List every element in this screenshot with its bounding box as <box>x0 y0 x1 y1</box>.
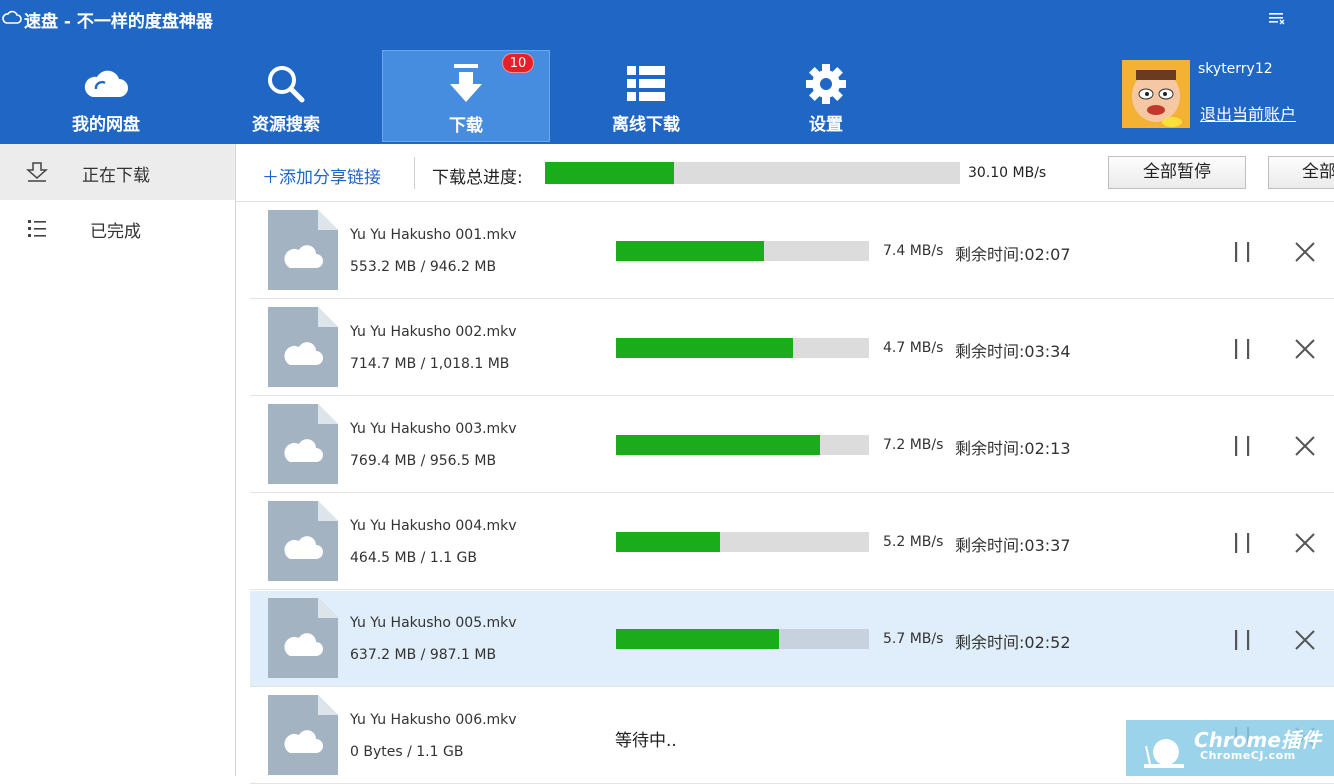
pause-icon[interactable] <box>1232 435 1254 457</box>
nav-label: 我的网盘 <box>72 115 140 135</box>
file-size: 553.2 MB / 946.2 MB <box>350 259 497 275</box>
sidebar: 正在下载 已完成 <box>0 144 236 776</box>
pause-icon[interactable] <box>1232 532 1254 554</box>
download-row[interactable]: Yu Yu Hakusho 003.mkv 769.4 MB / 956.5 MB… <box>250 397 1334 493</box>
nav-my-disk[interactable]: 我的网盘 <box>22 50 190 142</box>
search-icon <box>268 66 305 103</box>
file-name: Yu Yu Hakusho 001.mkv <box>350 227 517 243</box>
total-progress-label: 下载总进度: <box>432 168 523 188</box>
download-speed: 5.2 MB/s <box>883 534 944 550</box>
list-bullet-icon <box>28 220 46 237</box>
file-name: Yu Yu Hakusho 002.mkv <box>350 324 517 340</box>
total-progress-bar <box>545 162 960 184</box>
avatar[interactable] <box>1122 60 1190 128</box>
app-cloud-icon <box>2 10 22 24</box>
file-size: 0 Bytes / 1.1 GB <box>350 744 464 760</box>
close-icon[interactable] <box>1294 629 1316 651</box>
sidebar-item-downloading[interactable]: 正在下载 <box>0 144 235 200</box>
menu-icon[interactable] <box>1268 10 1286 26</box>
download-row[interactable]: Yu Yu Hakusho 005.mkv 637.2 MB / 987.1 MB… <box>250 591 1334 687</box>
file-icon <box>268 307 338 387</box>
download-progress-bar <box>616 435 869 455</box>
file-icon <box>268 404 338 484</box>
app-title: 速盘 - 不一样的度盘神器 <box>24 12 213 32</box>
all-action-button[interactable]: 全部 <box>1268 156 1334 189</box>
toolbar-divider <box>414 157 415 189</box>
nav-label: 资源搜索 <box>252 115 320 135</box>
file-size: 714.7 MB / 1,018.1 MB <box>350 356 510 372</box>
pause-icon[interactable] <box>1232 241 1254 263</box>
file-icon <box>268 695 338 775</box>
close-icon[interactable] <box>1294 241 1316 263</box>
nav-label: 离线下载 <box>612 115 680 135</box>
nav-settings[interactable]: 设置 <box>742 50 910 142</box>
file-icon <box>268 598 338 678</box>
file-name: Yu Yu Hakusho 005.mkv <box>350 615 517 631</box>
download-row[interactable]: Yu Yu Hakusho 004.mkv 464.5 MB / 1.1 GB 5.… <box>250 494 1334 590</box>
download-progress-bar <box>616 629 869 649</box>
add-share-link-button[interactable]: ＋添加分享链接 <box>262 163 381 188</box>
nav-resource-search[interactable]: 资源搜索 <box>202 50 370 142</box>
nav-label: 设置 <box>809 115 843 135</box>
time-remaining: 剩余时间:02:07 <box>955 245 1071 264</box>
close-icon[interactable] <box>1294 435 1316 457</box>
list-icon <box>627 66 665 101</box>
file-name: Yu Yu Hakusho 004.mkv <box>350 518 517 534</box>
download-progress-fill <box>616 629 780 649</box>
username: skyterry12 <box>1198 61 1273 77</box>
total-speed: 30.10 MB/s <box>968 165 1047 181</box>
nav-label: 下载 <box>449 116 483 136</box>
time-remaining: 剩余时间:03:37 <box>955 536 1071 555</box>
download-speed: 4.7 MB/s <box>883 340 944 356</box>
total-progress-fill <box>545 162 674 184</box>
download-tray-icon <box>26 162 48 182</box>
avatar-cartoon-icon <box>1122 60 1190 128</box>
file-size: 769.4 MB / 956.5 MB <box>350 453 497 469</box>
download-progress-bar <box>616 338 869 358</box>
close-icon[interactable] <box>1294 338 1316 360</box>
download-progress-fill <box>616 532 720 552</box>
nav-offline-download[interactable]: 离线下载 <box>562 50 730 142</box>
file-size: 464.5 MB / 1.1 GB <box>350 550 477 566</box>
download-speed: 5.7 MB/s <box>883 631 944 647</box>
watermark-url: ChromeCJ.com <box>1200 749 1296 762</box>
sidebar-item-label: 已完成 <box>90 222 141 242</box>
file-size: 637.2 MB / 987.1 MB <box>350 647 497 663</box>
download-status: 等待中.. <box>615 731 677 751</box>
sidebar-item-completed[interactable]: 已完成 <box>0 200 235 256</box>
cloud-icon <box>84 70 128 97</box>
file-icon <box>268 501 338 581</box>
logout-link[interactable]: 退出当前账户 <box>1200 101 1296 125</box>
download-progress-fill <box>616 241 764 261</box>
download-progress-bar <box>616 532 869 552</box>
download-progress-bar <box>616 241 869 261</box>
pause-icon[interactable] <box>1232 338 1254 360</box>
time-remaining: 剩余时间:02:13 <box>955 439 1071 458</box>
close-icon[interactable] <box>1294 532 1316 554</box>
download-row[interactable]: Yu Yu Hakusho 001.mkv 553.2 MB / 946.2 MB… <box>250 203 1334 299</box>
download-speed: 7.2 MB/s <box>883 437 944 453</box>
time-remaining: 剩余时间:02:52 <box>955 633 1071 652</box>
download-icon <box>450 64 482 102</box>
file-name: Yu Yu Hakusho 006.mkv <box>350 712 517 728</box>
download-count-badge: 10 <box>502 53 534 73</box>
download-speed: 7.4 MB/s <box>883 243 944 259</box>
file-icon <box>268 210 338 290</box>
download-row[interactable]: Yu Yu Hakusho 002.mkv 714.7 MB / 1,018.1 … <box>250 300 1334 396</box>
snail-logo-icon <box>1144 739 1184 768</box>
time-remaining: 剩余时间:03:34 <box>955 342 1071 361</box>
download-progress-fill <box>616 338 794 358</box>
file-name: Yu Yu Hakusho 003.mkv <box>350 421 517 437</box>
download-progress-fill <box>616 435 820 455</box>
pause-icon[interactable] <box>1232 629 1254 651</box>
sidebar-item-label: 正在下载 <box>82 166 150 186</box>
pause-all-button[interactable]: 全部暂停 <box>1108 156 1246 189</box>
gear-icon <box>806 64 846 104</box>
